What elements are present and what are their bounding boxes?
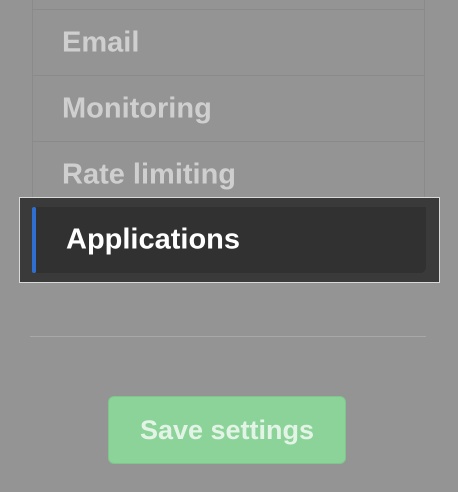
sidebar-item-label: Monitoring	[62, 92, 212, 124]
sidebar-item-label: Email	[62, 26, 140, 58]
section-divider	[30, 336, 426, 337]
save-settings-button[interactable]: Save settings	[108, 396, 346, 464]
sidebar-item-applications[interactable]: Applications	[32, 207, 426, 273]
save-settings-label: Save settings	[139, 414, 315, 445]
sidebar-item-label: Rate limiting	[62, 158, 237, 190]
sidebar-item-email[interactable]: Email	[33, 10, 424, 76]
sidebar-item-label: Applications	[66, 223, 241, 256]
sidebar-item-monitoring[interactable]: Monitoring	[33, 76, 424, 142]
selected-indicator	[32, 207, 36, 273]
